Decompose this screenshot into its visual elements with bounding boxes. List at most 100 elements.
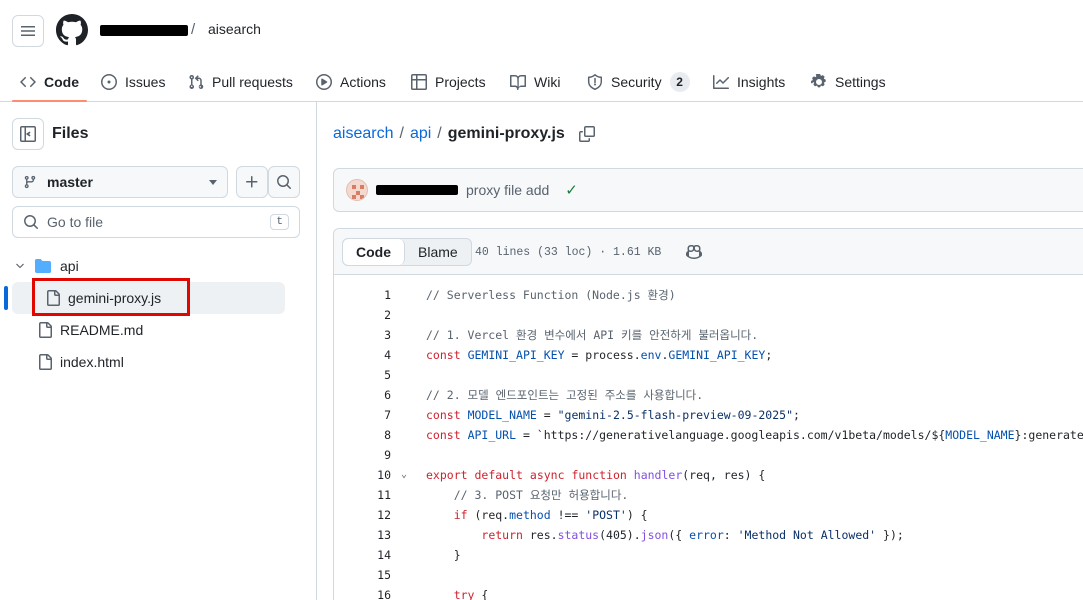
gear-icon — [811, 74, 826, 88]
tab-settings-label: Settings — [835, 74, 886, 90]
search-files-button[interactable] — [268, 166, 300, 198]
line-number[interactable]: 12 — [334, 505, 391, 525]
breadcrumb-file: gemini-proxy.js — [447, 125, 565, 142]
chevron-down-icon — [209, 179, 217, 185]
line-number[interactable]: 13 — [334, 525, 391, 545]
code-view-button[interactable]: Code — [343, 239, 405, 265]
issue-icon — [101, 74, 117, 90]
view-mode-toggle: Code Blame — [342, 238, 472, 266]
file-icon — [37, 354, 53, 373]
line-number[interactable]: 5 — [334, 365, 391, 385]
repo-navigation: Code Issues Pull requests Actions Projec… — [0, 62, 1083, 102]
code-text: // 3. POST 요청만 허용합니다. — [426, 488, 629, 502]
book-icon — [510, 74, 526, 90]
tab-pull-requests[interactable]: Pull requests — [188, 62, 293, 102]
branch-selector[interactable]: master — [12, 166, 228, 198]
file-view: aisearch / api / gemini-proxy.js proxy f… — [317, 102, 1083, 600]
code-viewer-header: Code Blame 40 lines (33 loc) · 1.61 KB — [334, 229, 1083, 275]
plus-icon — [246, 176, 258, 188]
shortcut-key: t — [270, 214, 289, 230]
breadcrumb-folder-link[interactable]: api — [410, 125, 431, 143]
tab-insights-label: Insights — [737, 74, 786, 90]
tree-file-readme[interactable]: README.md — [12, 314, 285, 346]
tab-issues-label: Issues — [125, 74, 166, 90]
line-number[interactable]: 11 — [334, 485, 391, 505]
tab-projects-label: Projects — [435, 74, 486, 90]
line-number[interactable]: 6 — [334, 385, 391, 405]
selected-indicator — [4, 286, 8, 310]
tab-projects[interactable]: Projects — [411, 62, 486, 102]
chevron-down-icon[interactable] — [14, 259, 26, 275]
avatar[interactable] — [346, 179, 368, 201]
top-bar: / aisearch — [0, 0, 1083, 62]
tab-pull-requests-label: Pull requests — [212, 74, 293, 90]
header-separator: / — [191, 21, 196, 38]
breadcrumb-separator: / — [399, 125, 404, 142]
owner-name-redacted[interactable] — [100, 25, 188, 36]
line-number[interactable]: 14 — [334, 545, 391, 565]
copilot-icon[interactable] — [685, 244, 703, 260]
shield-icon — [587, 74, 602, 90]
commit-author-redacted[interactable] — [376, 185, 458, 195]
copy-icon[interactable] — [578, 126, 595, 142]
code-viewer: Code Blame 40 lines (33 loc) · 1.61 KB 1… — [333, 228, 1083, 600]
code-line: 11 // 3. POST 요청만 허용합니다. — [334, 485, 1083, 505]
tab-settings[interactable]: Settings — [811, 62, 886, 102]
code-line: 4 const GEMINI_API_KEY = process.env.GEMI… — [334, 345, 1083, 365]
tab-code-label: Code — [44, 74, 79, 90]
code-line: 14 } — [334, 545, 1083, 565]
go-to-file-placeholder: Go to file — [47, 214, 104, 230]
go-to-file-input[interactable]: Go to file t — [12, 206, 300, 238]
blame-view-button[interactable]: Blame — [405, 239, 471, 265]
tree-item-label: api — [60, 258, 79, 274]
line-number[interactable]: 8 — [334, 425, 391, 445]
check-icon[interactable]: ✓ — [565, 181, 578, 199]
tab-security[interactable]: Security 2 — [587, 62, 690, 102]
line-number[interactable]: 7 — [334, 405, 391, 425]
tab-insights[interactable]: Insights — [713, 62, 785, 102]
breadcrumb-repo-link[interactable]: aisearch — [333, 125, 393, 143]
code-line: 9 — [334, 445, 1083, 465]
menu-button[interactable] — [12, 15, 44, 47]
code-text: const GEMINI_API_KEY = process.env.GEMIN… — [426, 348, 773, 362]
code-text: export default async function handler(re… — [426, 468, 766, 482]
fold-chevron-icon[interactable]: ⌄ — [401, 465, 407, 485]
tab-actions[interactable]: Actions — [316, 62, 386, 102]
github-logo-icon[interactable] — [56, 14, 88, 46]
code-line: 16 try { — [334, 585, 1083, 600]
tab-wiki[interactable]: Wiki — [510, 62, 560, 102]
commit-message-link[interactable]: proxy file add — [466, 182, 549, 198]
line-number[interactable]: 15 — [334, 565, 391, 585]
line-number[interactable]: 16 — [334, 585, 391, 600]
code-text: return res.status(405).json({ error: 'Me… — [481, 528, 904, 542]
breadcrumb-separator: / — [437, 125, 442, 142]
code-text: // 1. Vercel 환경 변수에서 API 키를 안전하게 불러옵니다. — [426, 328, 759, 342]
tab-code[interactable]: Code — [12, 62, 87, 102]
code-line: 3 // 1. Vercel 환경 변수에서 API 키를 안전하게 불러옵니다. — [334, 325, 1083, 345]
line-number[interactable]: 3 — [334, 325, 391, 345]
graph-icon — [713, 75, 729, 89]
branch-name: master — [47, 174, 93, 190]
line-number[interactable]: 1 — [334, 285, 391, 305]
code-line: 6 // 2. 모델 엔드포인트는 고정된 주소를 사용합니다. — [334, 385, 1083, 405]
code-text: try { — [453, 588, 489, 600]
line-number[interactable]: 10 — [334, 465, 391, 485]
add-file-button[interactable] — [236, 166, 268, 198]
code-line: 15 — [334, 565, 1083, 585]
code-line: 5 — [334, 365, 1083, 385]
tab-wiki-label: Wiki — [534, 74, 561, 90]
line-number[interactable]: 2 — [334, 305, 391, 325]
code-line: 13 return res.status(405).json({ error: … — [334, 525, 1083, 545]
collapse-sidebar-button[interactable] — [12, 118, 44, 150]
tree-item-label: index.html — [60, 354, 124, 370]
line-number[interactable]: 9 — [334, 445, 391, 465]
tab-issues[interactable]: Issues — [101, 62, 165, 102]
tree-file-index[interactable]: index.html — [12, 346, 285, 378]
code-line: 2 — [334, 305, 1083, 325]
security-count-badge: 2 — [669, 72, 690, 92]
code-text: if (req.method !== 'POST') { — [453, 508, 648, 522]
repo-name-link[interactable]: aisearch — [208, 21, 261, 37]
code-text: // Serverless Function (Node.js 환경) — [426, 288, 676, 302]
line-number[interactable]: 4 — [334, 345, 391, 365]
code-line: 10 ⌄ export default async function handler… — [334, 465, 1083, 485]
